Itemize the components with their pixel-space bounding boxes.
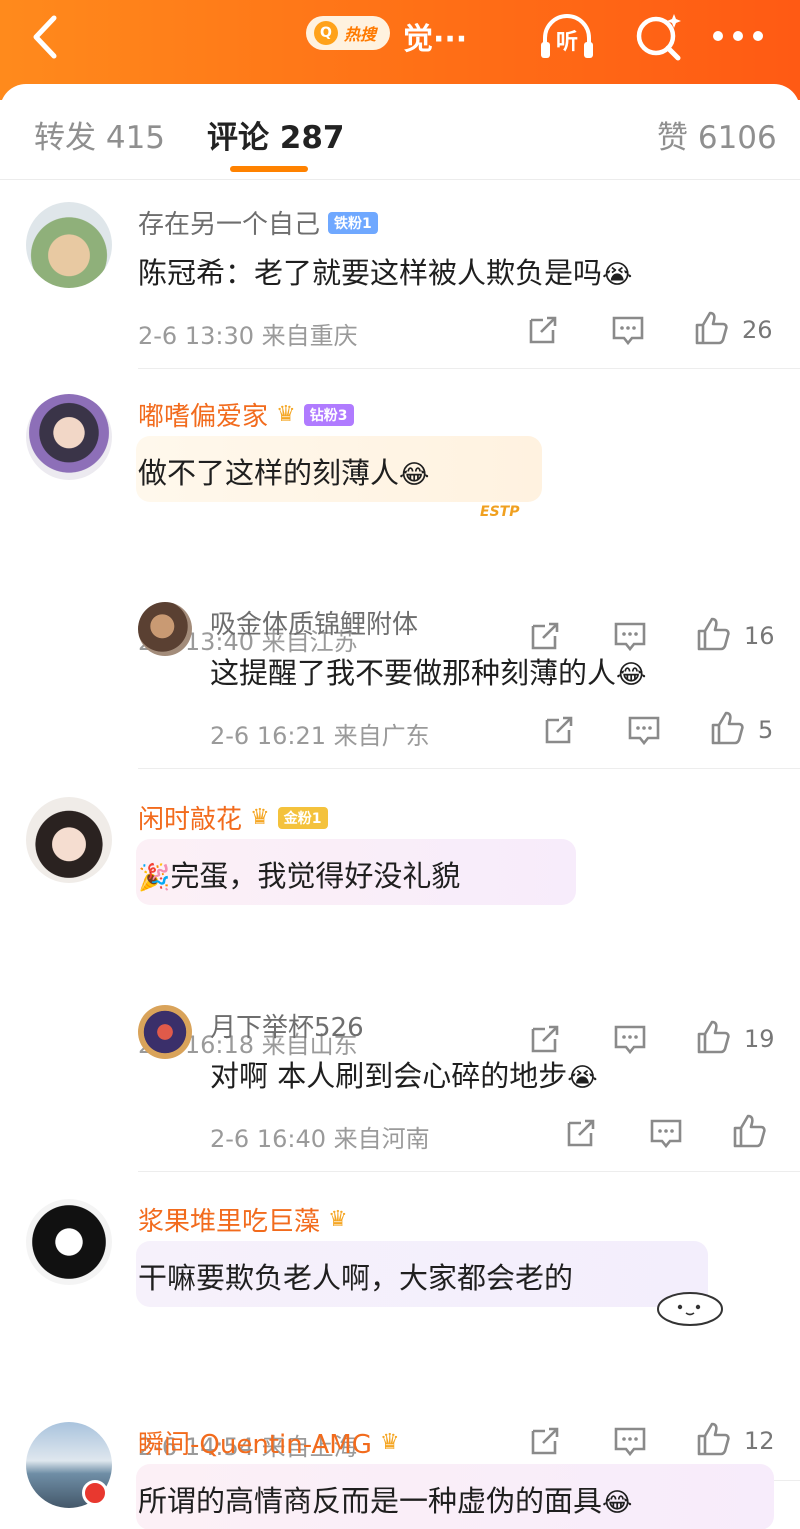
comment-username[interactable]: 闲时敲花 ♛ 金粉1 [138, 799, 328, 836]
more-button[interactable] [708, 8, 768, 64]
reply-icon[interactable] [648, 1115, 684, 1151]
comment-username[interactable]: 存在另一个自己 铁粉1 [138, 204, 378, 241]
laughing-emoji-icon: 😂 [399, 460, 430, 490]
divider [138, 1171, 800, 1172]
comment-item: 浆果堆里吃巨藻 ♛ 干嘛要欺负老人啊，大家都会老的 2-6 14:54 来自上海… [0, 1197, 800, 1481]
comment-username[interactable]: 吸金体质锦鲤附体 [210, 604, 418, 641]
username-text: 瞬间-Quentin-AMG [138, 1430, 372, 1460]
search-button[interactable] [628, 8, 688, 64]
chevron-left-icon [33, 15, 57, 59]
username-text: 吸金体质锦鲤附体 [210, 610, 419, 640]
username-text: 存在另一个自己 [138, 210, 321, 240]
comment-username[interactable]: 月下举杯526 [210, 1007, 364, 1044]
crying-emoji-icon: 😭 [567, 1063, 598, 1093]
comment-text: 干嘛要欺负老人啊，大家都会老的 [138, 1255, 573, 1297]
search-icon [636, 14, 681, 61]
comment-meta: 2-6 13:30 来自重庆 [138, 322, 358, 350]
avatar[interactable] [138, 1005, 192, 1059]
crown-icon: ♛ [250, 805, 270, 830]
share-icon[interactable] [525, 312, 561, 348]
laughing-emoji-icon: 😂 [616, 660, 647, 690]
username-text: 嘟嗜偏爱家 [138, 402, 269, 432]
hot-search-keyword[interactable]: 觉··· [403, 14, 467, 58]
comment-body: 对啊 本人刷到会心碎的地步 [210, 1059, 568, 1093]
comment-item: 闲时敲花 ♛ 金粉1 🎉完蛋，我觉得好没礼貌 2-6 16:18 来自山东 19 [0, 795, 800, 1059]
comment-username[interactable]: 浆果堆里吃巨藻 ♛ [138, 1201, 348, 1238]
back-button[interactable] [22, 12, 72, 62]
fan-badge: 铁粉1 [328, 211, 378, 234]
comment-text: 对啊 本人刷到会心碎的地步😭 [210, 1053, 598, 1095]
share-icon[interactable] [563, 1115, 599, 1151]
comment-text: 陈冠希：老了就要这样被人欺负是吗😭 [138, 250, 632, 292]
comment-body: 做不了这样的刻薄人 [138, 456, 400, 490]
comment-item: 嘟嗜偏爱家 ♛ 钻粉3 做不了这样的刻薄人😂 ESTP 2-6 13:40 来自… [0, 392, 800, 656]
bubble-sticker: ESTP [480, 504, 520, 520]
like-icon[interactable] [709, 710, 745, 746]
search-icon: Q [314, 21, 338, 45]
comment-body: 干嘛要欺负老人啊，大家都会老的 [138, 1261, 574, 1295]
avatar[interactable] [26, 202, 112, 288]
tab-like[interactable]: 赞 6106 [657, 112, 777, 157]
listen-label: 听 [555, 30, 578, 55]
tab-bar: 转发 415 评论 287 赞 6106 [0, 84, 800, 180]
crying-emoji-icon: 😭 [602, 260, 633, 290]
hot-search-pill[interactable]: Q 热搜 [306, 16, 390, 50]
comment-item: 存在另一个自己 铁粉1 陈冠希：老了就要这样被人欺负是吗😭 2-6 13:30 … [0, 200, 800, 370]
comment-body: 这提醒了我不要做那种刻薄的人 [210, 656, 617, 690]
comment-meta: 2-6 16:21 来自广东 [210, 722, 430, 750]
comment-text: 做不了这样的刻薄人😂 [138, 450, 429, 492]
reply-item: 月下举杯526 对啊 本人刷到会心碎的地步😭 2-6 16:40 来自河南 [0, 1003, 800, 1173]
avatar[interactable] [138, 602, 192, 656]
crown-icon: ♛ [328, 1207, 348, 1232]
reply-icon[interactable] [610, 312, 646, 348]
share-icon[interactable] [541, 712, 577, 748]
crown-icon: ♛ [276, 402, 296, 427]
verified-badge-icon [82, 1480, 108, 1506]
tab-active-indicator [230, 166, 308, 172]
like-icon[interactable] [693, 310, 729, 346]
grinning-emoji-icon: 😂 [602, 1488, 633, 1518]
hot-search-label: 热搜 [344, 25, 377, 44]
fan-badge: 金粉1 [277, 806, 328, 829]
fan-badge: 钻粉3 [303, 403, 354, 426]
listen-button[interactable]: 听 [537, 8, 597, 64]
comment-text: 🎉完蛋，我觉得好没礼貌 [138, 853, 460, 895]
username-text: 浆果堆里吃巨藻 [138, 1207, 321, 1237]
avatar[interactable] [26, 1199, 112, 1285]
comment-meta: 2-6 16:40 来自河南 [210, 1125, 430, 1153]
avatar[interactable] [26, 394, 112, 480]
comment-username[interactable]: 嘟嗜偏爱家 ♛ 钻粉3 [138, 396, 354, 433]
crown-icon: ♛ [379, 1430, 400, 1455]
like-icon[interactable] [731, 1113, 767, 1149]
reply-icon[interactable] [626, 712, 662, 748]
tab-repost[interactable]: 转发 415 [34, 112, 165, 157]
more-icon [713, 31, 763, 41]
comment-text: 所谓的高情商反而是一种虚伪的面具😂 [138, 1478, 632, 1520]
divider [138, 768, 800, 769]
comment-text: 这提醒了我不要做那种刻薄的人😂 [210, 650, 646, 692]
avatar[interactable] [26, 797, 112, 883]
party-popper-icon: 🎉 [138, 863, 171, 893]
tab-comment[interactable]: 评论 287 [207, 112, 345, 157]
username-text: 月下举杯526 [210, 1013, 364, 1043]
comment-body: 完蛋，我觉得好没礼貌 [170, 859, 461, 893]
comment-body: 所谓的高情商反而是一种虚伪的面具 [138, 1484, 603, 1518]
username-text: 闲时敲花 [138, 805, 243, 835]
sticker-icon [657, 1292, 723, 1326]
comments-card: 转发 415 评论 287 赞 6106 存在另一个自己 铁粉1 陈冠希：老了就… [0, 84, 800, 1529]
like-count: 5 [758, 716, 774, 744]
comment-item: 瞬间-Quentin-AMG ♛ 所谓的高情商反而是一种虚伪的面具😂 [0, 1420, 800, 1529]
comment-username[interactable]: 瞬间-Quentin-AMG ♛ [138, 1424, 400, 1461]
comment-body: 陈冠希：老了就要这样被人欺负是吗 [138, 256, 603, 290]
divider [138, 368, 800, 369]
like-count: 26 [742, 316, 773, 344]
reply-item: 吸金体质锦鲤附体 这提醒了我不要做那种刻薄的人😂 2-6 16:21 来自广东 … [0, 600, 800, 770]
